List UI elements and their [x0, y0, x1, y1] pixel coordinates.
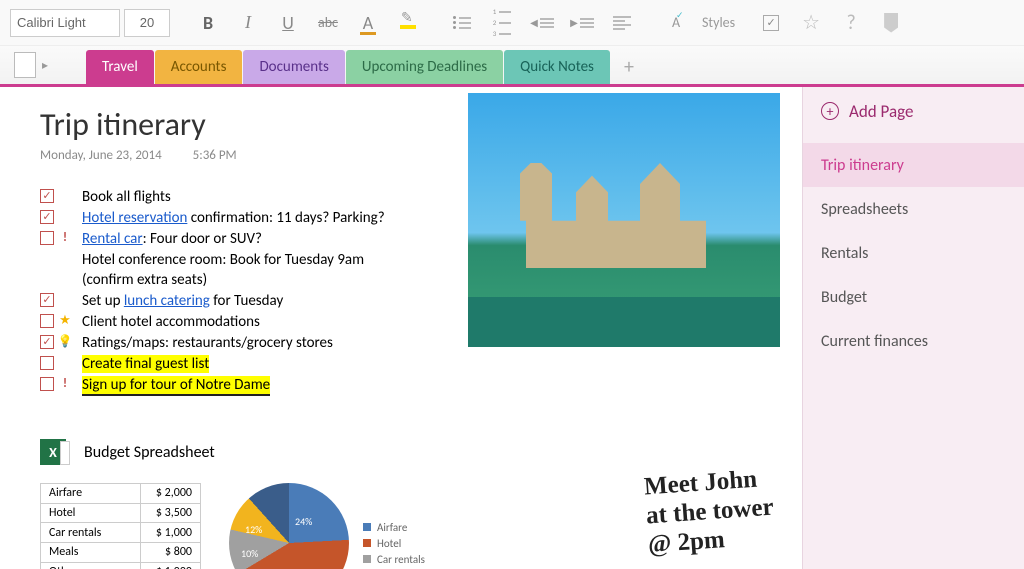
star-tag-icon: ★	[58, 314, 72, 328]
styles-icon[interactable]	[658, 5, 694, 41]
important-tag-icon: !	[58, 231, 72, 245]
bold-button[interactable]: B	[190, 5, 226, 41]
task-text[interactable]: Set up lunch catering for Tuesday	[82, 291, 283, 311]
table-cell: Other expenses	[41, 562, 141, 569]
task-text[interactable]: Hotel reservation confirmation: 11 days?…	[82, 208, 385, 228]
tag-button[interactable]	[873, 5, 909, 41]
legend-item: Airfare	[363, 521, 425, 534]
outdent-button[interactable]: ◀	[524, 5, 560, 41]
section-tabs-bar: TravelAccountsDocumentsUpcoming Deadline…	[0, 46, 1024, 84]
section-tab[interactable]: Quick Notes	[504, 50, 610, 84]
section-tab[interactable]: Accounts	[155, 50, 243, 84]
task-text[interactable]: Book all flights	[82, 187, 171, 207]
page-list-sidebar: + Add Page Trip itinerarySpreadsheetsRen…	[802, 87, 1024, 569]
add-section-button[interactable]: +	[611, 50, 647, 84]
checkbox-icon[interactable]: ✓	[40, 356, 54, 370]
page-time-text: 5:36 PM	[193, 148, 237, 163]
italic-button[interactable]: I	[230, 5, 266, 41]
checkbox-icon[interactable]: ✓	[40, 377, 54, 391]
checkbox-icon[interactable]: ✓	[40, 335, 54, 349]
legend-item: Car rentals	[363, 553, 425, 566]
checkbox-icon[interactable]: ✓	[40, 314, 54, 328]
none-tag-icon	[58, 189, 72, 203]
page-list-item[interactable]: Budget	[803, 275, 1024, 319]
checkbox-icon[interactable]: ✓	[40, 210, 54, 224]
task-text[interactable]: Sign up for tour of Notre Dame	[82, 375, 270, 395]
page-list-item[interactable]: Spreadsheets	[803, 187, 1024, 231]
page-list-item[interactable]: Current finances	[803, 319, 1024, 363]
none-tag-icon	[58, 210, 72, 224]
notebook-dropdown[interactable]	[14, 52, 48, 78]
page-list-item[interactable]: Rentals	[803, 231, 1024, 275]
section-tab[interactable]: Documents	[243, 50, 344, 84]
table-cell: $ 3,500	[141, 503, 201, 523]
table-cell: $ 800	[141, 542, 201, 562]
page-list-item[interactable]: Trip itinerary	[803, 143, 1024, 187]
task-item[interactable]: ✓! Sign up for tour of Notre Dame	[40, 375, 802, 395]
star-tag-button[interactable]: ☆	[793, 5, 829, 41]
task-text[interactable]: Create final guest list	[82, 354, 209, 374]
styles-label[interactable]: Styles	[702, 14, 735, 31]
bullet-list-button[interactable]	[444, 5, 480, 41]
highlight-button[interactable]	[390, 5, 426, 41]
numbered-list-button[interactable]: 123	[484, 5, 520, 41]
task-text[interactable]: Client hotel accommodations	[82, 312, 260, 332]
task-text[interactable]: Hotel conference room: Book for Tuesday …	[82, 250, 364, 290]
embedded-image[interactable]	[468, 93, 780, 347]
underline-button[interactable]: U	[270, 5, 306, 41]
font-family-select[interactable]	[10, 9, 120, 37]
checkbox-icon[interactable]: ✓	[40, 293, 54, 307]
none-tag-icon	[58, 356, 72, 370]
pie-label: 12%	[245, 523, 262, 536]
table-cell: Hotel	[41, 503, 141, 523]
task-item[interactable]: ✓ Create final guest list	[40, 354, 802, 374]
pie-label: 10%	[241, 547, 258, 560]
file-attachment[interactable]: X Budget Spreadsheet	[40, 439, 802, 465]
attachment-title: Budget Spreadsheet	[84, 443, 215, 462]
pie-label: 24%	[295, 515, 312, 528]
excel-icon: X	[40, 439, 66, 465]
font-size-select[interactable]	[124, 9, 170, 37]
task-text[interactable]: Ratings/maps: restaurants/grocery stores	[82, 333, 333, 353]
page-list: Trip itinerarySpreadsheetsRentalsBudgetC…	[803, 143, 1024, 363]
task-text[interactable]: Rental car: Four door or SUV?	[82, 229, 262, 249]
none-tag-icon	[58, 252, 72, 266]
formatting-toolbar: B I U abc A 123 ◀ ▶ Styles ✓ ☆ ?	[0, 0, 1024, 46]
section-tab[interactable]: Travel	[86, 50, 154, 84]
checkbox-icon[interactable]: ✓	[40, 189, 54, 203]
add-page-label: Add Page	[849, 101, 913, 122]
bulb-tag-icon: 💡	[58, 335, 72, 349]
section-tab[interactable]: Upcoming Deadlines	[346, 50, 503, 84]
font-color-button[interactable]: A	[350, 5, 386, 41]
legend-item: Hotel	[363, 537, 425, 550]
table-cell: Car rentals	[41, 523, 141, 543]
strikethrough-button[interactable]: abc	[310, 5, 346, 41]
page-canvas[interactable]: Trip itinerary Monday, June 23, 2014 5:3…	[0, 87, 802, 569]
todo-tag-button[interactable]: ✓	[753, 5, 789, 41]
align-button[interactable]	[604, 5, 640, 41]
table-cell: $ 1,000	[141, 562, 201, 569]
none-tag-icon	[58, 293, 72, 307]
ink-annotation[interactable]: Meet Johnat the tower@ 2pm	[643, 464, 776, 559]
table-cell: Airfare	[41, 484, 141, 504]
table-cell: $ 2,000	[141, 484, 201, 504]
checkbox-icon[interactable]: ✓	[40, 231, 54, 245]
plus-icon: +	[821, 102, 839, 120]
page-date-text: Monday, June 23, 2014	[40, 148, 162, 163]
table-cell: $ 1,000	[141, 523, 201, 543]
chart-legend: Airfare Hotel Car rentals	[363, 518, 425, 569]
add-page-button[interactable]: + Add Page	[803, 87, 1024, 135]
question-tag-button[interactable]: ?	[833, 5, 869, 41]
important-tag-icon: !	[58, 377, 72, 391]
budget-table: Airfare$ 2,000Hotel$ 3,500Car rentals$ 1…	[40, 483, 201, 569]
pie-chart: 24% 12% 10% 12%	[229, 483, 349, 569]
indent-button[interactable]: ▶	[564, 5, 600, 41]
table-cell: Meals	[41, 542, 141, 562]
